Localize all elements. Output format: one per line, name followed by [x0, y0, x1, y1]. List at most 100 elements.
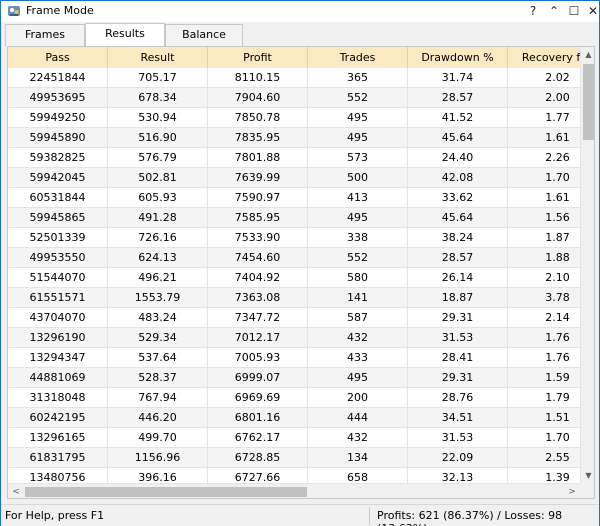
- horizontal-scrollbar[interactable]: < >: [8, 483, 580, 498]
- scroll-left-arrow-icon[interactable]: <: [8, 484, 24, 498]
- table-row[interactable]: 59949250 530.94 7850.78 495 41.52 1.77: [8, 108, 594, 128]
- status-help-text: For Help, press F1: [5, 509, 105, 522]
- table-row[interactable]: 13296165 499.70 6762.17 432 31.53 1.70: [8, 428, 594, 448]
- cell-pass: 59949250: [8, 108, 108, 128]
- tab-results[interactable]: Results: [85, 23, 165, 46]
- cell-result: 528.37: [108, 368, 208, 388]
- cell-trades: 141: [308, 288, 408, 308]
- cell-profit: 6728.85: [208, 448, 308, 468]
- window-title: Frame Mode: [26, 4, 94, 17]
- table-row[interactable]: 60242195 446.20 6801.16 444 34.51 1.51: [8, 408, 594, 428]
- cell-drawdown: 28.41: [408, 348, 508, 368]
- column-header-drawdown[interactable]: Drawdown %: [408, 47, 508, 68]
- title-bar[interactable]: Frame Mode ? ⌃ ☐ ✕: [1, 1, 599, 22]
- column-header-profit[interactable]: Profit: [208, 47, 308, 68]
- status-bar: For Help, press F1 Profits: 621 (86.37%)…: [1, 504, 599, 526]
- cell-drawdown: 31.74: [408, 68, 508, 88]
- cell-trades: 495: [308, 208, 408, 228]
- column-header-trades[interactable]: Trades: [308, 47, 408, 68]
- app-icon: [8, 6, 20, 16]
- table-row[interactable]: 60531844 605.93 7590.97 413 33.62 1.61: [8, 188, 594, 208]
- close-button[interactable]: ✕: [583, 2, 600, 21]
- table-row[interactable]: 43704070 483.24 7347.72 587 29.31 2.14: [8, 308, 594, 328]
- table-row[interactable]: 13294347 537.64 7005.93 433 28.41 1.76: [8, 348, 594, 368]
- cell-result: 496.21: [108, 268, 208, 288]
- table-row[interactable]: 61551571 1553.79 7363.08 141 18.87 3.78: [8, 288, 594, 308]
- cell-profit: 7590.97: [208, 188, 308, 208]
- help-button[interactable]: ?: [523, 2, 543, 21]
- cell-pass: 49953695: [8, 88, 108, 108]
- table-row[interactable]: 51544070 496.21 7404.92 580 26.14 2.10: [8, 268, 594, 288]
- cell-result: 767.94: [108, 388, 208, 408]
- table-row[interactable]: 49953550 624.13 7454.60 552 28.57 1.88: [8, 248, 594, 268]
- scroll-up-arrow-icon[interactable]: ▲: [581, 47, 594, 62]
- cell-profit: 6762.17: [208, 428, 308, 448]
- table-row[interactable]: 59945890 516.90 7835.95 495 45.64 1.61: [8, 128, 594, 148]
- table-row[interactable]: 49953695 678.34 7904.60 552 28.57 2.00: [8, 88, 594, 108]
- table-row[interactable]: 44881069 528.37 6999.07 495 29.31 1.59: [8, 368, 594, 388]
- cell-pass: 44881069: [8, 368, 108, 388]
- cell-trades: 552: [308, 248, 408, 268]
- column-header-pass[interactable]: Pass: [8, 47, 108, 68]
- cell-result: 499.70: [108, 428, 208, 448]
- cell-drawdown: 28.57: [408, 88, 508, 108]
- cell-drawdown: 28.76: [408, 388, 508, 408]
- table-row[interactable]: 61831795 1156.96 6728.85 134 22.09 2.55: [8, 448, 594, 468]
- cell-profit: 6969.69: [208, 388, 308, 408]
- tab-frames[interactable]: Frames: [5, 24, 85, 46]
- cell-result: 678.34: [108, 88, 208, 108]
- table-row[interactable]: 52501339 726.16 7533.90 338 38.24 1.87: [8, 228, 594, 248]
- cell-pass: 61551571: [8, 288, 108, 308]
- vertical-scrollbar[interactable]: ▲ ▼: [580, 47, 594, 483]
- cell-result: 502.81: [108, 168, 208, 188]
- cell-profit: 7347.72: [208, 308, 308, 328]
- table-row[interactable]: 59382825 576.79 7801.88 573 24.40 2.26: [8, 148, 594, 168]
- cell-trades: 444: [308, 408, 408, 428]
- cell-drawdown: 34.51: [408, 408, 508, 428]
- cell-profit: 7850.78: [208, 108, 308, 128]
- cell-drawdown: 31.53: [408, 428, 508, 448]
- table-row[interactable]: 59945865 491.28 7585.95 495 45.64 1.56: [8, 208, 594, 228]
- cell-pass: 52501339: [8, 228, 108, 248]
- results-table: Pass Result Profit Trades Drawdown % Rec…: [7, 46, 595, 499]
- cell-result: 537.64: [108, 348, 208, 368]
- cell-trades: 495: [308, 108, 408, 128]
- horizontal-scroll-thumb[interactable]: [25, 487, 307, 497]
- status-divider: [369, 507, 370, 525]
- maximize-button[interactable]: ☐: [564, 2, 584, 21]
- cell-trades: 432: [308, 428, 408, 448]
- cell-pass: 13296190: [8, 328, 108, 348]
- cell-pass: 59942045: [8, 168, 108, 188]
- cell-result: 483.24: [108, 308, 208, 328]
- minimize-button[interactable]: ⌃: [544, 2, 564, 21]
- tab-bar: Frames Results Balance: [3, 23, 599, 46]
- cell-drawdown: 45.64: [408, 128, 508, 148]
- cell-result: 624.13: [108, 248, 208, 268]
- scroll-right-arrow-icon[interactable]: >: [564, 484, 580, 498]
- cell-drawdown: 26.14: [408, 268, 508, 288]
- cell-pass: 59382825: [8, 148, 108, 168]
- table-row[interactable]: 13296190 529.34 7012.17 432 31.53 1.76: [8, 328, 594, 348]
- scroll-down-arrow-icon[interactable]: ▼: [581, 468, 594, 483]
- cell-trades: 365: [308, 68, 408, 88]
- table-row[interactable]: 59942045 502.81 7639.99 500 42.08 1.70: [8, 168, 594, 188]
- vertical-scroll-thumb[interactable]: [583, 64, 594, 140]
- cell-drawdown: 31.53: [408, 328, 508, 348]
- cell-profit: 7363.08: [208, 288, 308, 308]
- cell-drawdown: 41.52: [408, 108, 508, 128]
- cell-result: 530.94: [108, 108, 208, 128]
- table-row[interactable]: 31318048 767.94 6969.69 200 28.76 1.79: [8, 388, 594, 408]
- column-header-result[interactable]: Result: [108, 47, 208, 68]
- cell-trades: 338: [308, 228, 408, 248]
- cell-drawdown: 38.24: [408, 228, 508, 248]
- cell-profit: 7639.99: [208, 168, 308, 188]
- cell-result: 446.20: [108, 408, 208, 428]
- table-header: Pass Result Profit Trades Drawdown % Rec…: [8, 47, 594, 68]
- cell-profit: 7533.90: [208, 228, 308, 248]
- tab-balance[interactable]: Balance: [165, 24, 243, 46]
- cell-profit: 7801.88: [208, 148, 308, 168]
- cell-pass: 13296165: [8, 428, 108, 448]
- table-row[interactable]: 22451844 705.17 8110.15 365 31.74 2.02: [8, 68, 594, 88]
- cell-drawdown: 45.64: [408, 208, 508, 228]
- cell-profit: 7005.93: [208, 348, 308, 368]
